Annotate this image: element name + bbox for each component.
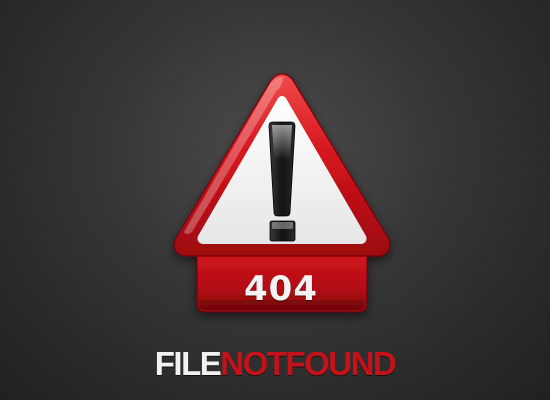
error-message-notfound: NOTFOUND: [220, 345, 396, 382]
error-message: FILENOTFOUND: [0, 342, 550, 386]
warning-icon: [173, 73, 391, 313]
error-code: 404: [244, 269, 318, 309]
error-message-file: FILE: [154, 345, 222, 382]
